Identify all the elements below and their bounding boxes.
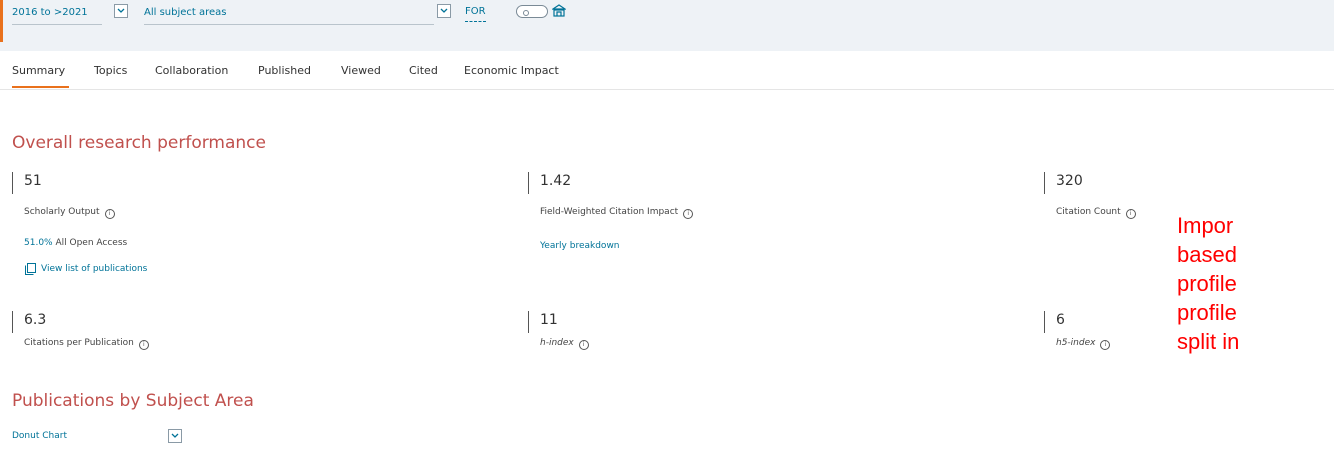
chevron-down-icon — [117, 8, 125, 13]
subject-area-title: Publications by Subject Area — [12, 391, 254, 411]
subject-area-value: All subject areas — [144, 7, 227, 18]
chevron-down-icon — [440, 8, 448, 13]
for-classification-link[interactable]: FOR — [465, 4, 486, 22]
h-index-label-text: h-index — [540, 338, 574, 348]
overall-performance-title: Overall research performance — [12, 133, 266, 153]
institution-icon[interactable] — [552, 4, 566, 18]
tab-viewed[interactable]: Viewed — [341, 64, 381, 78]
tab-topics[interactable]: Topics — [94, 64, 127, 78]
tab-bar: Summary Topics Collaboration Published V… — [0, 51, 1334, 90]
for-underline — [465, 21, 486, 22]
open-access-label: All Open Access — [55, 238, 128, 248]
citation-count-label: Citation Count i — [1056, 206, 1136, 219]
tab-collaboration[interactable]: Collaboration — [155, 64, 228, 78]
view-list-of-publications-link[interactable]: View list of publications — [41, 263, 147, 275]
h-index-label: h-index i — [540, 337, 589, 350]
citation-count-metric: 320 — [1044, 172, 1083, 194]
info-icon[interactable]: i — [683, 209, 694, 219]
fwci-label-text: Field-Weighted Citation Impact — [540, 207, 679, 217]
h-index-metric: 11 — [528, 311, 558, 333]
fwci-value: 1.42 — [540, 173, 572, 189]
date-range-underline — [12, 24, 102, 25]
h5-index-value: 6 — [1056, 312, 1065, 328]
info-icon[interactable]: i — [104, 209, 115, 219]
info-icon[interactable]: i — [1125, 209, 1136, 219]
subject-area-underline — [144, 24, 434, 25]
tab-published[interactable]: Published — [258, 64, 311, 78]
fwci-label: Field-Weighted Citation Impact i — [540, 206, 694, 219]
info-icon[interactable]: i — [138, 340, 149, 350]
h-index-value: 11 — [540, 312, 558, 328]
chevron-down-icon — [171, 433, 179, 438]
annotation-line-5: split in — [1177, 329, 1240, 354]
citations-per-publication-value: 6.3 — [24, 312, 47, 328]
citations-per-publication-label-text: Citations per Publication — [24, 338, 134, 348]
open-access-link[interactable]: 51.0% All Open Access — [24, 237, 127, 249]
info-icon[interactable]: i — [578, 340, 589, 350]
scholarly-output-value: 51 — [24, 173, 42, 189]
red-annotation-text: Impor based profile profile split in — [1177, 211, 1334, 356]
annotation-line-1: Impor — [1177, 213, 1234, 238]
citation-count-label-text: Citation Count — [1056, 207, 1121, 217]
h5-index-label-text: h5-index — [1056, 338, 1096, 348]
yearly-breakdown-link[interactable]: Yearly breakdown — [540, 240, 620, 252]
date-range-value: 2016 to >2021 — [12, 7, 88, 18]
subject-area-dropdown-button[interactable] — [437, 4, 451, 18]
h5-index-metric: 6 — [1044, 311, 1065, 333]
accent-strip — [0, 0, 3, 42]
scholarly-output-label-text: Scholarly Output — [24, 207, 100, 217]
open-access-percent: 51.0% — [24, 238, 53, 248]
tab-cited[interactable]: Cited — [409, 64, 438, 78]
annotation-line-2: based — [1177, 242, 1237, 267]
scholarly-output-label: Scholarly Output i — [24, 206, 115, 219]
date-range-select[interactable]: 2016 to >2021 — [12, 4, 102, 25]
chart-type-dropdown-button[interactable] — [168, 429, 182, 443]
subject-area-select[interactable]: All subject areas — [144, 4, 434, 25]
fwci-metric: 1.42 — [528, 172, 571, 194]
date-range-dropdown-button[interactable] — [114, 4, 128, 18]
institution-toggle[interactable] — [516, 5, 548, 18]
h5-index-label: h5-index i — [1056, 337, 1111, 350]
toggle-knob — [523, 10, 529, 16]
citations-per-publication-label: Citations per Publication i — [24, 337, 149, 350]
tab-economic-impact[interactable]: Economic Impact — [464, 64, 559, 78]
citation-count-value: 320 — [1056, 173, 1083, 189]
annotation-line-3: profile — [1177, 271, 1237, 296]
publication-list-icon[interactable] — [25, 263, 36, 275]
for-label: FOR — [465, 6, 486, 17]
info-icon[interactable]: i — [1100, 340, 1111, 350]
annotation-line-4: profile — [1177, 300, 1237, 325]
tab-summary[interactable]: Summary — [12, 64, 65, 78]
filter-bar: 2016 to >2021 All subject areas FOR — [0, 0, 1334, 51]
citations-per-publication-metric: 6.3 — [12, 311, 46, 333]
chart-type-select[interactable]: Donut Chart — [12, 430, 67, 442]
active-tab-indicator — [12, 86, 69, 88]
scholarly-output-metric: 51 — [12, 172, 42, 194]
